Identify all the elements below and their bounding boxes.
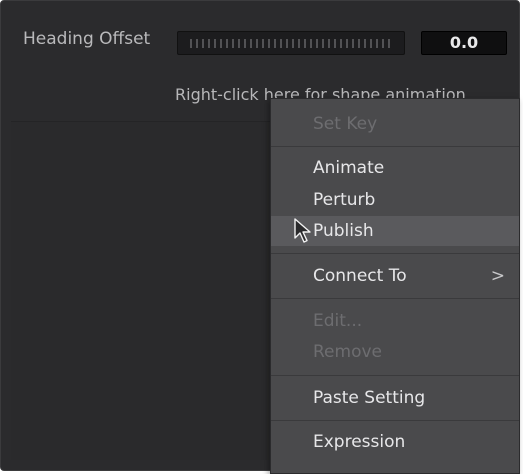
menu-item-label: Animate [313, 158, 385, 178]
menu-separator [271, 420, 519, 421]
heading-offset-slider[interactable] [177, 31, 405, 55]
mouse-pointer-icon [294, 218, 311, 243]
menu-separator [271, 298, 519, 299]
context-menu: Set Key Animate Perturb Publish Connect … [270, 98, 520, 474]
menu-item-label: Remove [313, 342, 382, 362]
heading-offset-label: Heading Offset [23, 29, 151, 49]
menu-item-perturb[interactable]: Perturb [271, 185, 519, 215]
menu-item-connect-to[interactable]: Connect To > [271, 261, 519, 291]
menu-item-set-key: Set Key [271, 109, 519, 139]
menu-item-label: Perturb [313, 190, 376, 210]
menu-item-label: Set Key [313, 114, 378, 134]
menu-item-label: Expression [313, 432, 406, 452]
menu-item-label: Edit... [313, 311, 363, 331]
menu-item-edit: Edit... [271, 306, 519, 336]
menu-separator [271, 146, 519, 147]
heading-offset-row: Heading Offset 0.0 [1, 23, 519, 63]
menu-item-remove: Remove [271, 337, 519, 367]
menu-item-publish[interactable]: Publish [271, 216, 519, 246]
menu-separator [271, 375, 519, 376]
menu-item-label: Connect To [313, 266, 407, 286]
heading-offset-value-field[interactable]: 0.0 [421, 31, 507, 55]
menu-item-animate[interactable]: Animate [271, 153, 519, 183]
slider-ticks [190, 39, 392, 48]
chevron-right-icon: > [490, 266, 505, 286]
menu-item-paste-setting[interactable]: Paste Setting [271, 383, 519, 413]
menu-separator [271, 253, 519, 254]
menu-item-expression[interactable]: Expression [271, 427, 519, 457]
menu-item-label: Publish [313, 221, 374, 241]
menu-item-label: Paste Setting [313, 388, 426, 408]
